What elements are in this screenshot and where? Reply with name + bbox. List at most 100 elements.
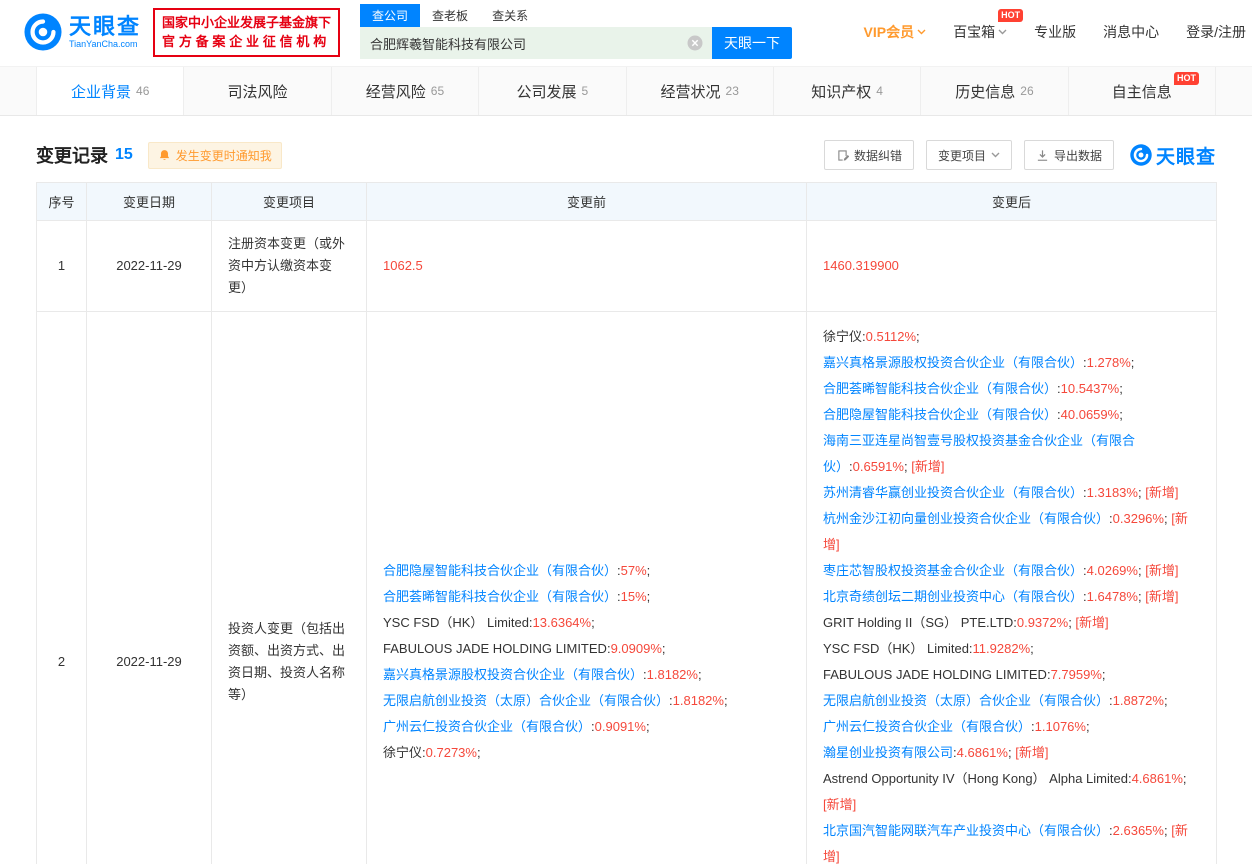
hot-badge: HOT [998, 9, 1023, 22]
new-tag: [新增] [1142, 589, 1179, 604]
new-tag: [新增] [1142, 485, 1179, 500]
nav-tab[interactable]: 经营状况23 [627, 67, 774, 115]
change-entry: YSC FSD（HK） Limited:13.6364%; [383, 610, 790, 636]
search-input[interactable] [360, 27, 712, 59]
nav-tab-label: 知识产权 [811, 81, 871, 102]
certification-badge: 国家中小企业发展子基金旗下 官方备案企业征信机构 [153, 8, 340, 57]
company-link[interactable]: 广州云仁投资合伙企业（有限合伙） [823, 719, 1031, 734]
change-value: 1.8182 [647, 667, 687, 682]
search-button[interactable]: 天眼一下 [712, 27, 792, 59]
company-link[interactable]: 合肥荟晞智能科技合伙企业（有限合伙） [823, 381, 1057, 396]
nav-tab-label: 公司发展 [516, 81, 576, 102]
nav-tab[interactable]: 自主信息HOT [1069, 67, 1216, 115]
company-link[interactable]: 北京奇绩创坛二期创业投资中心（有限合伙） [823, 589, 1083, 604]
search-tab[interactable]: 查老板 [420, 4, 480, 27]
nav-tab[interactable]: 经营风险 65 [332, 67, 479, 115]
change-value: 0.9372 [1017, 615, 1057, 630]
menu-item-label: 消息中心 [1103, 22, 1159, 42]
menu-item-label: 专业版 [1034, 22, 1076, 42]
change-value: 2.6365 [1113, 823, 1153, 838]
change-entry: 北京国汽智能网联汽车产业投资中心（有限合伙）:2.6365%; [新增] [823, 818, 1200, 864]
change-after-cell: 徐宁仪:0.5112%;嘉兴真格景源股权投资合伙企业（有限合伙）:1.278%;… [807, 312, 1217, 864]
company-name: GRIT Holding II（SG） PTE.LTD [823, 615, 1013, 630]
company-link[interactable]: 苏州清睿华赢创业投资合伙企业（有限合伙） [823, 485, 1083, 500]
company-name: YSC FSD（HK） Limited [823, 641, 969, 656]
company-link[interactable]: 杭州金沙江初向量创业投资合伙企业（有限合伙） [823, 511, 1109, 526]
change-item-cell: 投资人变更（包括出资额、出资方式、出资日期、投资人名称等） [212, 312, 367, 864]
change-entry: 嘉兴真格景源股权投资合伙企业（有限合伙）:1.8182%; [383, 662, 790, 688]
download-icon [1036, 149, 1049, 162]
search-tab[interactable]: 查关系 [480, 4, 540, 27]
company-link[interactable]: 合肥隐屋智能科技合伙企业（有限合伙） [823, 407, 1057, 422]
new-tag: [新增] [1012, 745, 1049, 760]
change-entry: 枣庄芯智股权投资基金合伙企业（有限合伙）:4.0269%; [新增] [823, 558, 1200, 584]
company-name: Astrend Opportunity IV（Hong Kong） Alpha … [823, 771, 1128, 786]
company-link[interactable]: 枣庄芯智股权投资基金合伙企业（有限合伙） [823, 563, 1083, 578]
change-value: 13.6364 [533, 615, 580, 630]
vip-member[interactable]: VIP会员 [864, 22, 927, 42]
company-link[interactable]: 无限启航创业投资（太原）合伙企业（有限合伙） [823, 693, 1109, 708]
change-entry: FABULOUS JADE HOLDING LIMITED:7.7959%; [823, 662, 1200, 688]
row-number-cell: 2 [37, 312, 87, 864]
clear-search-icon[interactable] [687, 35, 703, 51]
change-entry: 无限启航创业投资（太原）合伙企业（有限合伙）:1.8872%; [823, 688, 1200, 714]
nav-tab-count: 65 [431, 84, 444, 98]
top-header: 天眼查 TianYanCha.com 国家中小企业发展子基金旗下 官方备案企业征… [0, 0, 1252, 64]
change-item-filter-button[interactable]: 变更项目 [926, 140, 1012, 170]
company-link[interactable]: 广州云仁投资合伙企业（有限合伙） [383, 719, 591, 734]
search-tab[interactable]: 查公司 [360, 4, 420, 27]
nav-tabs: 企业背景46司法风险 经营风险 65 公司发展5经营状况23 知识产权 4 历史信息26自主… [0, 67, 1252, 115]
nav-tab-label: 经营风险 [366, 81, 426, 102]
change-entry: GRIT Holding II（SG） PTE.LTD:0.9372%; [新增… [823, 610, 1200, 636]
change-value: 4.6861 [1132, 771, 1172, 786]
table-header-row: 序号变更日期变更项目变更前变更后 [37, 183, 1217, 221]
change-value: 10.5437 [1061, 381, 1108, 396]
treasure-box[interactable]: 百宝箱HOT [953, 22, 1007, 42]
change-value: 1.1076 [1035, 719, 1075, 734]
pro-version[interactable]: 专业版 [1034, 22, 1076, 42]
company-link[interactable]: 嘉兴真格景源股权投资合伙企业（有限合伙） [823, 355, 1083, 370]
data-correction-button[interactable]: 数据纠错 [824, 140, 914, 170]
nav-tab[interactable]: 公司发展5 [479, 67, 626, 115]
logo-brand-text: 天眼查 [69, 15, 141, 38]
tianyancha-watermark: 天眼查 [1130, 142, 1216, 169]
cert-line1: 国家中小企业发展子基金旗下 [162, 13, 331, 33]
new-tag: [新增] [908, 459, 945, 474]
company-link[interactable]: 北京国汽智能网联汽车产业投资中心（有限合伙） [823, 823, 1109, 838]
change-after-cell: 1460.319900 [807, 221, 1217, 312]
tianyancha-logo[interactable]: 天眼查 TianYanCha.com [24, 13, 141, 51]
change-entry: 杭州金沙江初向量创业投资合伙企业（有限合伙）:0.3296%; [新增] [823, 506, 1200, 558]
change-value: 0.5112 [866, 329, 905, 344]
message-center[interactable]: 消息中心 [1103, 22, 1159, 42]
company-name: 徐宁仪 [823, 329, 862, 344]
change-value: 9.0909 [611, 641, 651, 656]
tool-button-label: 导出数据 [1054, 147, 1102, 164]
change-entry: 广州云仁投资合伙企业（有限合伙）:0.9091%; [383, 714, 790, 740]
table-row: 22022-11-29投资人变更（包括出资额、出资方式、出资日期、投资人名称等）… [37, 312, 1217, 864]
company-link[interactable]: 嘉兴真格景源股权投资合伙企业（有限合伙） [383, 667, 643, 682]
company-link[interactable]: 合肥荟晞智能科技合伙企业（有限合伙） [383, 589, 617, 604]
change-value: 1.6478 [1087, 589, 1127, 604]
login-register[interactable]: 登录/注册 [1186, 22, 1246, 42]
nav-tab[interactable]: 知识产权 4 [774, 67, 921, 115]
nav-tab[interactable]: 企业背景46 [36, 67, 184, 115]
nav-tab-count: 4 [876, 84, 883, 98]
table-header-cell: 变更前 [367, 183, 807, 221]
company-link[interactable]: 合肥隐屋智能科技合伙企业（有限合伙） [383, 563, 617, 578]
company-name: FABULOUS JADE HOLDING LIMITED [383, 641, 607, 656]
company-link[interactable]: 无限启航创业投资（太原）合伙企业（有限合伙） [383, 693, 669, 708]
nav-tab[interactable]: 司法风险 [184, 67, 331, 115]
new-tag: [新增] [823, 797, 856, 812]
change-value: 0.7273 [426, 745, 466, 760]
nav-tab[interactable]: 历史信息26 [921, 67, 1068, 115]
change-value: 4.0269 [1087, 563, 1127, 578]
change-date-cell: 2022-11-29 [87, 221, 212, 312]
tool-button-label: 数据纠错 [854, 147, 902, 164]
nav-tab-count: 46 [136, 84, 149, 98]
logo-text: 天眼查 TianYanCha.com [69, 15, 141, 48]
company-name: FABULOUS JADE HOLDING LIMITED [823, 667, 1047, 682]
company-link[interactable]: 瀚星创业投资有限公司 [823, 745, 953, 760]
export-data-button[interactable]: 导出数据 [1024, 140, 1114, 170]
notify-badge[interactable]: 发生变更时通知我 [148, 142, 282, 169]
company-name: 徐宁仪 [383, 745, 422, 760]
